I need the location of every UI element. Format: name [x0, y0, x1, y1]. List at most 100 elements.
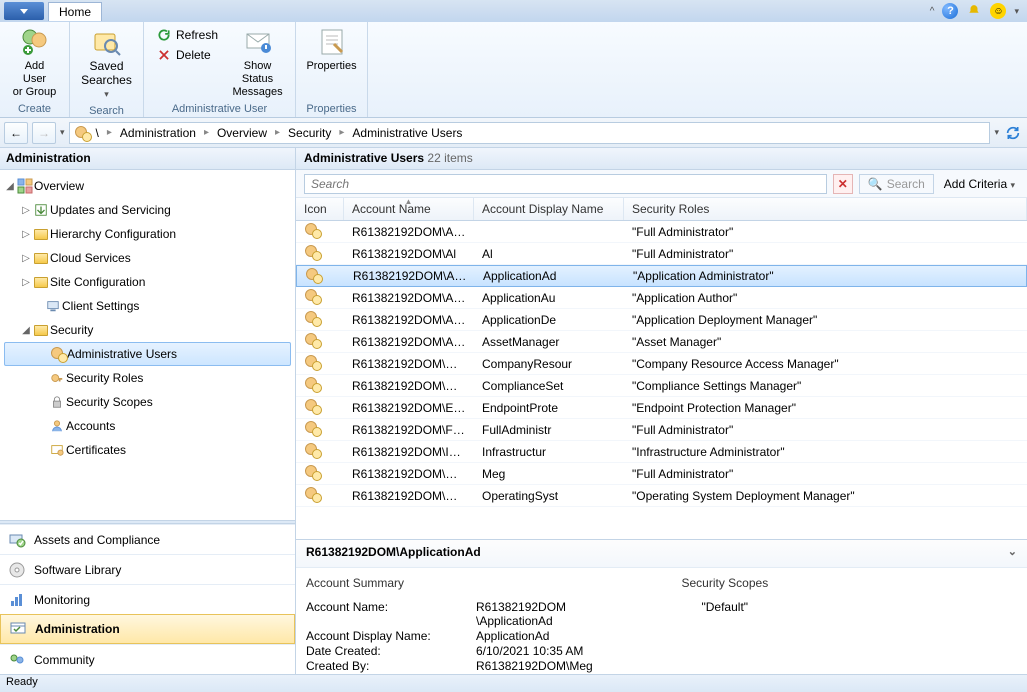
cell-account-name: R61382192DOM\En...	[344, 401, 474, 415]
workspace-monitoring[interactable]: Monitoring	[0, 584, 295, 614]
table-row[interactable]: R61382192DOM\Ad..."Full Administrator"	[296, 221, 1027, 243]
search-button[interactable]: 🔍Search	[859, 174, 934, 194]
workspace-community[interactable]: Community	[0, 644, 295, 674]
add-user-or-group-button[interactable]: Add User or Group	[8, 24, 61, 101]
tree-updates[interactable]: ▷Updates and Servicing	[0, 198, 295, 222]
address-bar[interactable]: \ ▸ Administration ▸ Overview ▸ Security…	[69, 122, 991, 144]
table-row[interactable]: R61382192DOM\AlAl"Full Administrator"	[296, 243, 1027, 265]
table-row[interactable]: R61382192DOM\Op...OperatingSyst"Operatin…	[296, 485, 1027, 507]
table-row[interactable]: R61382192DOM\Ap...ApplicationAd"Applicat…	[296, 265, 1027, 287]
value-date-created: 6/10/2021 10:35 AM	[476, 644, 583, 658]
value-account-name: R61382192DOM \ApplicationAd	[476, 600, 566, 628]
cell-security-roles: "Operating System Deployment Manager"	[624, 489, 1027, 503]
breadcrumb-adminusers[interactable]: Administrative Users	[350, 126, 464, 140]
table-row[interactable]: R61382192DOM\Ful...FullAdministr"Full Ad…	[296, 419, 1027, 441]
tree-overview[interactable]: ◢Overview	[0, 174, 295, 198]
collapse-icon[interactable]: ◢	[4, 181, 16, 192]
folder-icon	[34, 277, 48, 288]
cell-account-name: R61382192DOM\Ad...	[344, 225, 474, 239]
workspace-assets[interactable]: Assets and Compliance	[0, 524, 295, 554]
tree-admin-users[interactable]: Administrative Users	[4, 342, 291, 366]
community-icon	[8, 651, 26, 669]
breadcrumb-overview[interactable]: Overview	[215, 126, 269, 140]
nav-forward-button[interactable]: →	[32, 122, 56, 144]
address-dropdown[interactable]: ▾	[994, 127, 999, 138]
feedback-dropdown-icon[interactable]: ▾	[1014, 6, 1019, 17]
user-icon	[305, 268, 321, 282]
tree-siteconfig[interactable]: ▷Site Configuration	[0, 270, 295, 294]
workspace-administration[interactable]: Administration	[0, 614, 295, 644]
column-security-roles[interactable]: Security Roles	[624, 198, 1027, 220]
tree-hierarchy[interactable]: ▷Hierarchy Configuration	[0, 222, 295, 246]
tree-clientsettings[interactable]: Client Settings	[0, 294, 295, 318]
nav-history-dropdown[interactable]: ▾	[60, 127, 65, 138]
breadcrumb-administration[interactable]: Administration	[118, 126, 198, 140]
certificates-icon	[48, 443, 66, 457]
properties-button[interactable]: Properties	[302, 24, 360, 75]
feedback-icon[interactable]: ☺	[990, 3, 1006, 19]
tree-cloud[interactable]: ▷Cloud Services	[0, 246, 295, 270]
cell-security-roles: "Application Deployment Manager"	[624, 313, 1027, 327]
chevron-right-icon: ▸	[337, 127, 346, 138]
label-account-name: Account Name:	[306, 600, 476, 628]
delete-button[interactable]: Delete	[152, 46, 222, 64]
show-status-messages-button[interactable]: Show Status Messages	[228, 24, 287, 101]
folder-icon	[34, 325, 48, 336]
updates-icon	[32, 203, 50, 217]
table-row[interactable]: R61382192DOM\Ap...ApplicationAu"Applicat…	[296, 287, 1027, 309]
list-title: Administrative Users	[304, 151, 424, 165]
results-grid[interactable]: Icon Account Name Account Display Name S…	[296, 198, 1027, 539]
expand-icon[interactable]: ▷	[20, 277, 32, 288]
user-icon	[304, 289, 320, 303]
assets-icon	[8, 531, 26, 549]
status-messages-icon	[242, 26, 274, 58]
ribbon: Add User or Group Create Saved Searches …	[0, 22, 1027, 118]
cell-security-roles: "Full Administrator"	[624, 247, 1027, 261]
user-icon	[304, 377, 320, 391]
app-menu-button[interactable]	[4, 2, 44, 20]
table-row[interactable]: R61382192DOM\As...AssetManager"Asset Man…	[296, 331, 1027, 353]
tab-home[interactable]: Home	[48, 2, 102, 21]
column-account-name[interactable]: Account Name	[344, 198, 474, 220]
collapse-icon[interactable]: ◢	[20, 325, 32, 336]
tree-security-scopes[interactable]: Security Scopes	[0, 390, 295, 414]
ribbon-minimize-chevron[interactable]: ^	[930, 6, 935, 17]
detail-collapse-icon[interactable]: ⌄	[1008, 545, 1017, 562]
table-row[interactable]: R61382192DOM\Inf...Infrastructur"Infrast…	[296, 441, 1027, 463]
clear-search-button[interactable]: ✕	[833, 174, 853, 194]
tree-accounts[interactable]: Accounts	[0, 414, 295, 438]
chevron-down-icon: ▾	[1010, 180, 1015, 190]
cell-account-name: R61382192DOM\Ap...	[344, 291, 474, 305]
expand-icon[interactable]: ▷	[20, 229, 32, 240]
table-row[interactable]: R61382192DOM\En...EndpointProte"Endpoint…	[296, 397, 1027, 419]
saved-searches-button[interactable]: Saved Searches ▾	[77, 24, 136, 103]
help-icon[interactable]: ?	[942, 3, 958, 19]
chevron-right-icon: ▸	[273, 127, 282, 138]
tree-security-roles[interactable]: Security Roles	[0, 366, 295, 390]
detail-title: R61382192DOM\ApplicationAd	[306, 545, 481, 562]
nav-back-button[interactable]: ←	[4, 122, 28, 144]
search-input[interactable]	[304, 174, 827, 194]
cell-display-name: OperatingSyst	[474, 489, 624, 503]
table-row[interactable]: R61382192DOM\Co...ComplianceSet"Complian…	[296, 375, 1027, 397]
add-criteria-button[interactable]: Add Criteria ▾	[940, 177, 1019, 191]
expand-icon[interactable]: ▷	[20, 205, 32, 216]
breadcrumb-security[interactable]: Security	[286, 126, 333, 140]
refresh-button[interactable]: Refresh	[152, 26, 222, 44]
users-icon	[50, 347, 66, 361]
notifications-icon[interactable]	[966, 3, 982, 19]
tree-security[interactable]: ◢Security	[0, 318, 295, 342]
tree-certificates[interactable]: Certificates	[0, 438, 295, 462]
workspace-software-library[interactable]: Software Library	[0, 554, 295, 584]
cell-display-name: CompanyResour	[474, 357, 624, 371]
table-row[interactable]: R61382192DOM\Co...CompanyResour"Company …	[296, 353, 1027, 375]
expand-icon[interactable]: ▷	[20, 253, 32, 264]
column-display-name[interactable]: Account Display Name	[474, 198, 624, 220]
accounts-icon	[48, 419, 66, 433]
breadcrumb-root[interactable]: \	[94, 126, 101, 140]
status-bar: Ready	[0, 674, 1027, 692]
column-icon[interactable]: Icon	[296, 198, 344, 220]
address-refresh-button[interactable]	[1003, 123, 1023, 143]
table-row[interactable]: R61382192DOM\MegMeg"Full Administrator"	[296, 463, 1027, 485]
table-row[interactable]: R61382192DOM\Ap...ApplicationDe"Applicat…	[296, 309, 1027, 331]
